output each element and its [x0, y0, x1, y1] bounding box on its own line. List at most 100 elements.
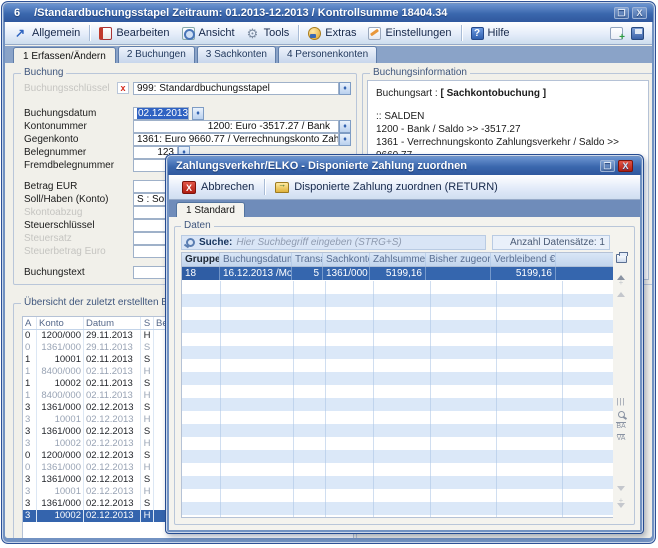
menu-allgemein-label: Allgemein — [32, 27, 80, 39]
gegenkonto-label: Gegenkonto — [24, 134, 79, 145]
buchungstext-label: Buchungstext — [24, 267, 85, 278]
dropdown-icon[interactable]: ♦ — [339, 82, 351, 95]
hilfe-question-icon: ? — [471, 27, 484, 40]
abbrechen-label: Abbrechen — [201, 181, 254, 193]
buchungsschluessel-combo[interactable]: 999: Standardbuchungsstapel — [133, 82, 339, 95]
search-label: Suche: — [199, 237, 232, 248]
scroll-bottom-icon[interactable] — [613, 506, 629, 518]
grid-button-strip: + ||| BA VA + — [613, 252, 629, 518]
dropdown-icon[interactable]: ♦ — [339, 133, 351, 146]
dialog-body: X Abbrechen Disponierte Zahlung zuordnen… — [169, 175, 640, 530]
menu-bearbeiten[interactable]: Bearbeiten — [93, 25, 175, 42]
menu-hilfe[interactable]: ? Hilfe — [465, 25, 516, 42]
grid-ba-icon[interactable]: BA — [613, 420, 629, 432]
grid-va-icon[interactable]: VA — [613, 432, 629, 444]
dialog-tab-page: Daten Suche: Hier Suchbegriff eingeben (… — [169, 217, 640, 530]
dialog-title-bar[interactable]: Zahlungsverkehr/ELKO - Disponierte Zahlu… — [168, 157, 641, 175]
dropdown-icon[interactable]: ♦ — [192, 107, 204, 120]
col-verbleibend[interactable]: Verbleibend € — [491, 253, 556, 266]
extras-icon — [308, 27, 321, 40]
new-document-icon[interactable] — [610, 27, 623, 40]
fremdbelegnummer-label: Fremdbelegnummer — [24, 160, 114, 171]
col-s[interactable]: S — [141, 317, 154, 329]
columns-icon[interactable]: ||| — [613, 396, 629, 408]
buchungsart-prefix: Buchungsart : — [376, 88, 440, 99]
allgemein-arrow-icon: ↗ — [15, 27, 28, 40]
empty-rows-area — [182, 281, 614, 517]
zahlungsverkehr-dialog: Zahlungsverkehr/ELKO - Disponierte Zahlu… — [165, 154, 644, 534]
menu-extras[interactable]: Extras — [302, 25, 362, 42]
col-buchungsdatum[interactable]: Buchungsdatum — [220, 253, 292, 266]
search-bar[interactable]: Suche: Hier Suchbegriff eingeben (STRG+S… — [181, 235, 486, 250]
window-close-button[interactable]: X — [632, 7, 647, 19]
menu-separator — [298, 25, 299, 41]
buchungsinformation-group-label: Buchungsinformation — [370, 67, 470, 78]
save-icon[interactable] — [631, 27, 644, 40]
dialog-table: Gruppe Buchungsdatum Transaktion Sachkon… — [181, 252, 615, 518]
menu-separator — [89, 25, 90, 41]
buchungsdatum-label: Buchungsdatum — [24, 108, 96, 119]
betrag-label: Betrag EUR — [24, 181, 77, 192]
grid-search-icon[interactable] — [613, 408, 629, 420]
dialog-restore-button[interactable]: ❐ — [600, 160, 615, 172]
tab-personenkonten[interactable]: 4 Personenkonten — [278, 46, 377, 63]
tab-erfassen-aendern[interactable]: 1 Erfassen/Ändern — [13, 47, 116, 64]
dialog-row-selected[interactable]: 18 16.12.2013 /Mo 5 1361/000 5199,16 519… — [182, 267, 614, 280]
belegnummer-label: Belegnummer — [24, 147, 86, 158]
move-up-icon[interactable]: + — [613, 276, 629, 288]
col-bisher-zugeordnet[interactable]: Bisher zugeordnet — [426, 253, 491, 266]
buchungsdatum-field[interactable]: 02.12.2013 — [133, 107, 189, 120]
col-a[interactable]: A — [23, 317, 37, 329]
menu-bearbeiten-label: Bearbeiten — [116, 27, 169, 39]
dropdown-icon[interactable]: ♦ — [339, 120, 351, 133]
einstellungen-pencil-icon — [368, 27, 381, 40]
tab-strip: 1 Erfassen/Ändern 2 Buchungen 3 Sachkont… — [5, 46, 652, 63]
zuordnen-button[interactable]: Disponierte Zahlung zuordnen (RETURN) — [268, 179, 505, 195]
search-icon — [186, 238, 195, 247]
window-restore-button[interactable]: ❐ — [614, 7, 629, 19]
scroll-up-icon[interactable] — [613, 288, 629, 300]
col-transaktion[interactable]: Transaktion — [292, 253, 323, 266]
main-window: 6 /Standardbuchungsstapel Zeitraum: 01.2… — [1, 1, 656, 544]
dialog-tab-strip: 1 Standard — [169, 201, 640, 217]
column-chooser-icon[interactable] — [613, 252, 629, 264]
salden-header: :: SALDEN — [376, 110, 640, 123]
steuersatz-label: Steuersatz — [24, 233, 72, 244]
bearbeiten-notebook-icon — [99, 27, 112, 40]
toolbar-separator — [264, 179, 265, 195]
col-sachkonto[interactable]: Sachkonto — [323, 253, 370, 266]
tab-buchungen[interactable]: 2 Buchungen — [118, 46, 195, 63]
window-badge: 6 — [14, 7, 20, 19]
abbrechen-button[interactable]: X Abbrechen — [175, 179, 261, 196]
scroll-down-icon[interactable] — [613, 482, 629, 494]
menu-ansicht[interactable]: Ansicht — [176, 25, 241, 42]
scroll-top-icon[interactable] — [613, 264, 629, 276]
menu-tools-label: Tools — [264, 27, 290, 39]
menu-hilfe-label: Hilfe — [488, 27, 510, 39]
kontonummer-combo[interactable]: 1200: Euro -3517.27 / Bank — [133, 120, 339, 133]
title-bar[interactable]: 6 /Standardbuchungsstapel Zeitraum: 01.2… — [4, 4, 653, 22]
menu-tools[interactable]: ⚙ Tools — [241, 25, 296, 42]
window-title: /Standardbuchungsstapel Zeitraum: 01.201… — [34, 7, 447, 19]
col-gruppe[interactable]: Gruppe — [182, 253, 220, 266]
tab-standard[interactable]: 1 Standard — [176, 202, 245, 217]
ansicht-magnifier-icon — [182, 27, 195, 40]
kontonummer-label: Kontonummer — [24, 121, 87, 132]
col-datum[interactable]: Datum — [84, 317, 141, 329]
steuerbetrag-label: Steuerbetrag Euro — [24, 246, 106, 257]
menu-einstellungen-label: Einstellungen — [385, 27, 451, 39]
dialog-close-button[interactable]: X — [618, 160, 633, 172]
menu-einstellungen[interactable]: Einstellungen — [362, 25, 457, 42]
col-konto[interactable]: Konto — [37, 317, 84, 329]
dialog-header-row: Gruppe Buchungsdatum Transaktion Sachkon… — [182, 253, 614, 267]
col-zahlsumme[interactable]: Zahlsumme € — [370, 253, 426, 266]
dialog-toolbar: X Abbrechen Disponierte Zahlung zuordnen… — [169, 175, 640, 200]
tab-sachkonten[interactable]: 3 Sachkonten — [197, 46, 276, 63]
menu-allgemein[interactable]: ↗ Allgemein — [9, 25, 86, 42]
sollhaben-label: Soll/Haben (Konto) — [24, 194, 109, 205]
col-extra — [556, 253, 614, 266]
zuordnen-label: Disponierte Zahlung zuordnen (RETURN) — [294, 181, 498, 193]
gegenkonto-combo[interactable]: 1361: Euro 9660.77 / Verrechnungskonto Z… — [133, 133, 339, 146]
salden-line-1: 1200 - Bank / Saldo >> -3517.27 — [376, 123, 640, 136]
search-placeholder: Hier Suchbegriff eingeben (STRG+S) — [236, 237, 401, 248]
